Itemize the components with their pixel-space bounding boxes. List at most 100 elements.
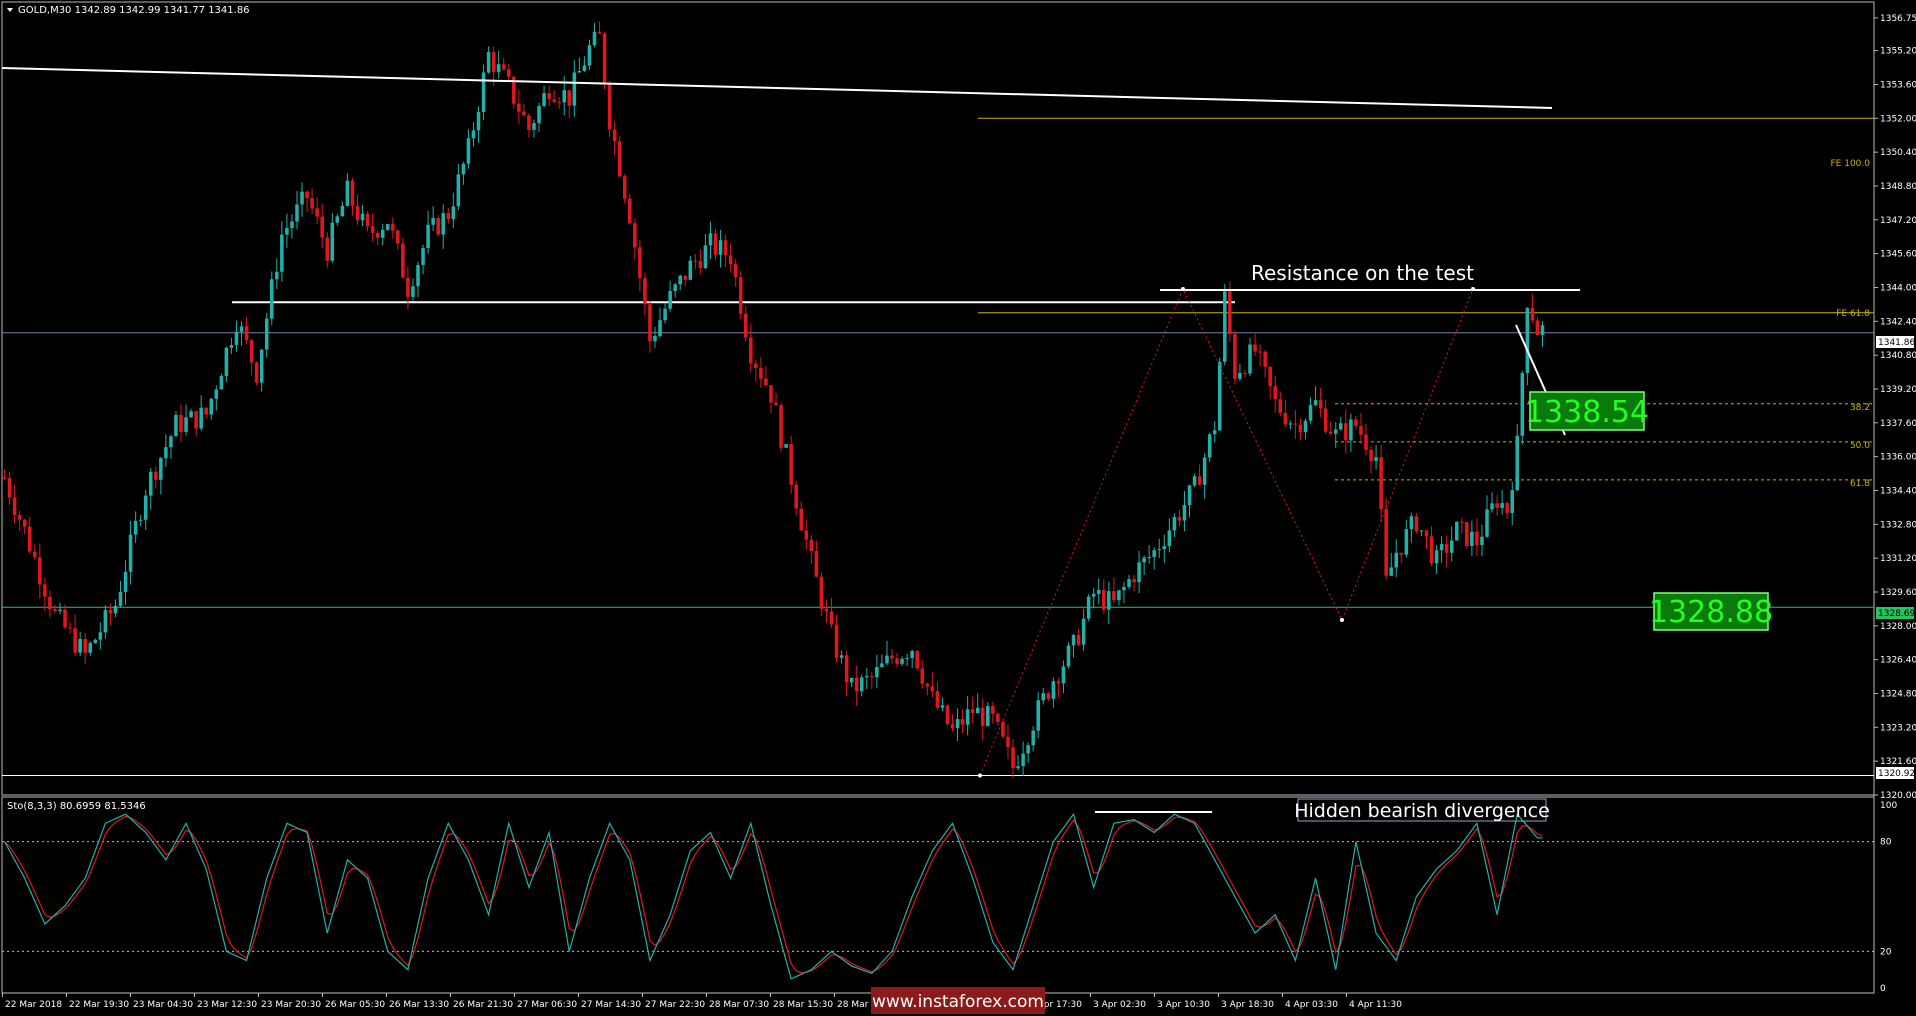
candle [1202,457,1207,485]
y-tick-label: 1342.40 [1880,317,1916,327]
candle [1359,425,1363,435]
x-tick-label: 4 Apr 03:30 [1285,1000,1338,1010]
candle [33,551,37,558]
candle [723,240,728,256]
candle [1303,420,1308,433]
candle [451,206,456,220]
candle [159,458,163,480]
candle [749,337,753,364]
candle [1016,766,1020,769]
candle [295,204,299,222]
candle [1127,579,1131,587]
candle [179,414,183,432]
candle [744,313,748,338]
candle [1217,361,1222,431]
candle [859,677,864,692]
candle [416,264,420,287]
candle [567,90,572,106]
y-tick-label: 1340.80 [1880,351,1916,361]
candle [1505,503,1509,513]
candle [118,591,123,606]
candle [849,677,854,683]
candle [2,477,7,479]
watermark[interactable]: www.instaforex.com [872,992,1044,1012]
candle [986,706,990,726]
candle [1404,529,1409,555]
candle [1369,449,1373,461]
candle [1228,291,1232,334]
candle [804,530,809,540]
zigzag-point [1340,618,1344,622]
y-tick-label: 1331.20 [1880,554,1916,564]
y-tick-label: 1336.00 [1880,453,1916,463]
candle [1308,405,1313,421]
candle [501,64,506,70]
candle [668,290,672,309]
target-label: 1338.54 [1525,395,1649,430]
candle [1081,618,1086,645]
candle [103,610,108,633]
candle [411,286,415,297]
candle [396,230,400,244]
x-tick-label: 27 Mar 06:30 [517,1000,577,1010]
candle [1157,549,1162,551]
candle [476,111,481,131]
candle [1036,700,1040,731]
y-tick-label: 1326.40 [1880,656,1916,666]
candle [88,643,93,653]
candle [421,248,425,265]
candle [1278,399,1283,413]
y-tick-label: 1321.60 [1880,757,1916,767]
candle [522,111,526,116]
y-tick-label: 1320.00 [1880,791,1916,801]
candle [784,444,788,448]
candle [602,33,607,85]
candle [552,99,556,102]
x-tick-label: 27 Mar 22:30 [645,1000,705,1010]
candle [905,658,909,660]
candle [78,638,82,653]
candle [895,658,899,664]
candle [718,240,723,255]
candle [219,376,224,390]
candle [355,205,360,221]
candle [960,718,965,725]
candle [43,584,47,597]
candle [1520,372,1525,436]
candle [1212,430,1217,435]
candle [270,279,274,319]
candle [789,444,793,485]
y-tick-label: 1337.60 [1880,419,1916,429]
candle [461,163,466,175]
fe-100-label: FE 100.0 [1831,159,1871,169]
candle [285,228,289,235]
candle [1470,531,1474,546]
candle [517,103,521,112]
candle [587,45,592,66]
candle [1364,434,1368,450]
candle [607,84,612,130]
candle [955,718,960,729]
x-tick-label: 22 Mar 2018 [5,1000,62,1010]
candle [698,261,703,269]
current-price-tag: 1341.86 [1878,338,1915,348]
candle [1197,476,1202,485]
candle [915,651,919,669]
candle [1490,503,1494,510]
candle [779,405,783,448]
candle [486,52,491,73]
candle [340,205,345,217]
support-label: 1328.88 [1649,595,1773,630]
candle [814,550,819,577]
candle [1313,400,1318,406]
candle [1298,424,1303,433]
candle [496,64,501,72]
candle [441,213,445,235]
candle [648,304,652,342]
candle [214,389,219,399]
candle [426,224,430,249]
candle [1137,562,1141,583]
candle [280,234,284,272]
candle [436,218,440,235]
candle [658,320,662,336]
